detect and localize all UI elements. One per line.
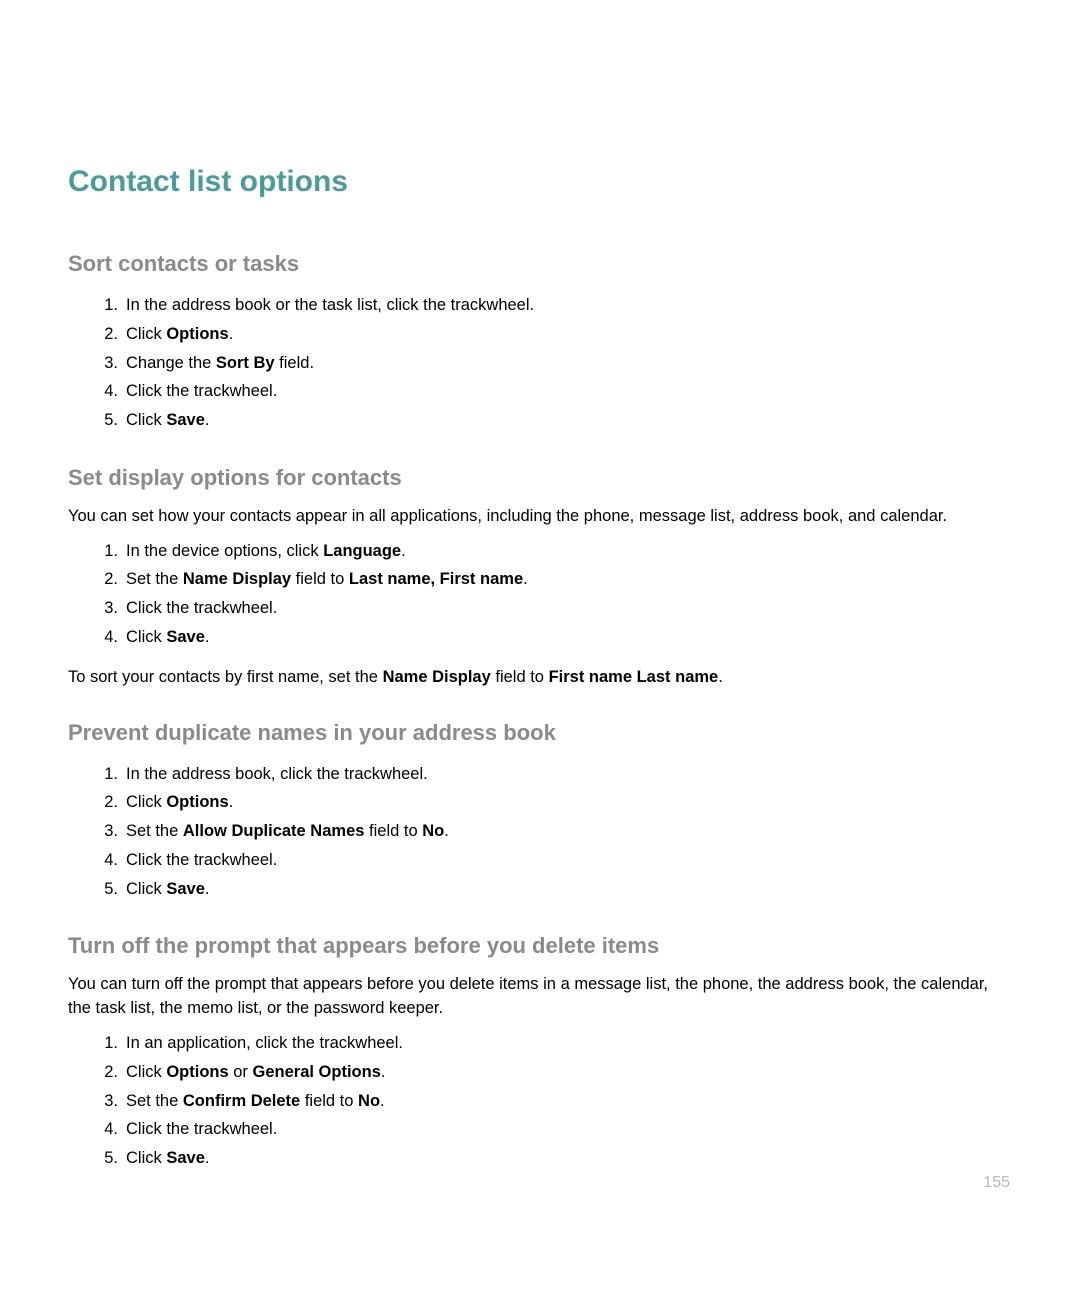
list-item: Set the Name Display field to Last name,…	[126, 565, 1012, 594]
document-page: Contact list options Sort contacts or ta…	[0, 0, 1080, 1173]
page-number: 155	[983, 1174, 1010, 1192]
step-list: In the address book, click the trackwhee…	[68, 760, 1012, 904]
section-intro: You can set how your contacts appear in …	[68, 505, 1012, 529]
list-item: Click Options or General Options.	[126, 1058, 1012, 1087]
list-item: In the address book or the task list, cl…	[126, 291, 1012, 320]
list-item: Click Save.	[126, 406, 1012, 435]
list-item: Click Save.	[126, 623, 1012, 652]
list-item: Set the Confirm Delete field to No.	[126, 1087, 1012, 1116]
list-item: Click Options.	[126, 788, 1012, 817]
section-intro: You can turn off the prompt that appears…	[68, 973, 1012, 1021]
list-item: Click the trackwheel.	[126, 846, 1012, 875]
list-item: Click Save.	[126, 875, 1012, 904]
step-list: In an application, click the trackwheel.…	[68, 1029, 1012, 1173]
list-item: In the address book, click the trackwhee…	[126, 760, 1012, 789]
list-item: Click Options.	[126, 320, 1012, 349]
list-item: Set the Allow Duplicate Names field to N…	[126, 817, 1012, 846]
list-item: Click the trackwheel.	[126, 594, 1012, 623]
list-item: In an application, click the trackwheel.	[126, 1029, 1012, 1058]
section-heading-display: Set display options for contacts	[68, 465, 1012, 491]
list-item: Click Save.	[126, 1144, 1012, 1173]
step-list: In the device options, click Language. S…	[68, 537, 1012, 652]
list-item: In the device options, click Language.	[126, 537, 1012, 566]
list-item: Click the trackwheel.	[126, 1115, 1012, 1144]
step-list: In the address book or the task list, cl…	[68, 291, 1012, 435]
list-item: Click the trackwheel.	[126, 377, 1012, 406]
section-outro: To sort your contacts by first name, set…	[68, 666, 1012, 690]
page-title: Contact list options	[68, 165, 1012, 199]
section-heading-sort: Sort contacts or tasks	[68, 251, 1012, 277]
section-heading-duplicates: Prevent duplicate names in your address …	[68, 720, 1012, 746]
section-heading-delete-prompt: Turn off the prompt that appears before …	[68, 933, 1012, 959]
list-item: Change the Sort By field.	[126, 349, 1012, 378]
